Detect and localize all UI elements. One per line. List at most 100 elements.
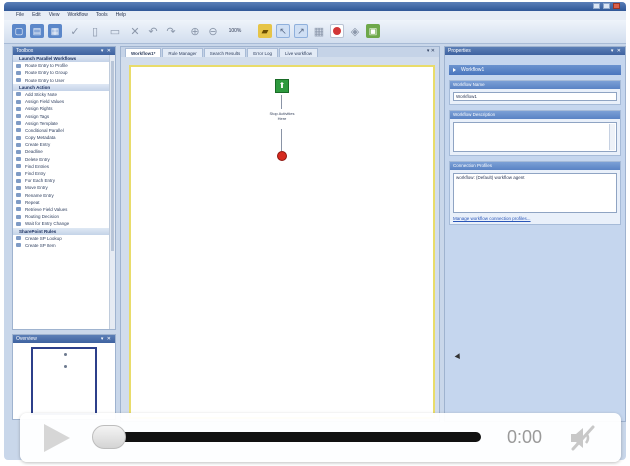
video-player-controls: 0:00 <box>20 413 621 462</box>
toolbox-item[interactable]: Route Entry to User <box>13 77 115 84</box>
toolbox-item[interactable]: Create Entry <box>13 141 115 148</box>
close-button[interactable] <box>613 3 620 9</box>
designer-tabs: Workflow1* Rule Manager Search Results Erro… <box>121 47 439 57</box>
menu-item[interactable]: Edit <box>32 11 41 20</box>
maximize-button[interactable] <box>603 3 610 9</box>
manage-profiles-link[interactable]: Manage workflow connection profiles... <box>453 216 617 221</box>
playback-time: 0:00 <box>507 427 543 447</box>
start-node[interactable]: ⬆ <box>275 79 289 93</box>
stop-icon[interactable] <box>330 24 344 38</box>
close-tab-icon[interactable]: ▾ ✕ <box>427 48 435 54</box>
properties-pin-icon[interactable]: ▾ ✕ <box>611 47 622 55</box>
designer-tab[interactable]: Rule Manager <box>162 48 203 57</box>
toolbox-item[interactable]: Move Entry <box>13 184 115 191</box>
seek-bar[interactable] <box>98 432 481 442</box>
connector-icon[interactable]: ↗ <box>294 24 308 38</box>
menu-item[interactable]: File <box>16 11 24 20</box>
folder-icon[interactable]: ▰ <box>258 24 272 38</box>
window-controls <box>593 3 620 9</box>
flow-connector <box>281 95 282 109</box>
overview-pin-icon[interactable]: ▾ ✕ <box>101 335 112 343</box>
designer-tab[interactable]: Workflow1* <box>125 48 162 57</box>
zoom-out-icon[interactable]: ⊖ <box>206 24 220 38</box>
toolbox-item[interactable]: Rename Entry <box>13 192 115 199</box>
toolbox-item[interactable]: Routing Decision <box>13 213 115 220</box>
toolbox-item[interactable]: Assign Tags <box>13 113 115 120</box>
menu-bar: File Edit View Workflow Tools Help <box>4 11 626 20</box>
toolbox-item[interactable]: Deadline <box>13 148 115 155</box>
toolbox-item[interactable]: Create SP Item <box>13 242 115 249</box>
menu-item[interactable]: View <box>49 11 60 20</box>
toolbox-item[interactable]: Create SP Lookup <box>13 235 115 242</box>
minimize-button[interactable] <box>593 3 600 9</box>
overview-header: Overview ▾ ✕ <box>13 335 115 343</box>
rules-icon[interactable]: ◈ <box>348 24 362 38</box>
overview-end-dot <box>64 365 67 368</box>
toolbox-list: Launch Parallel Workflows Route Entry to … <box>13 55 115 329</box>
toolbox-item[interactable]: Route Entry to Group <box>13 69 115 76</box>
pin-icon[interactable]: ▾ ✕ <box>101 47 112 55</box>
copy-icon[interactable]: ▯ <box>88 24 102 38</box>
toolbox-scrollbar[interactable] <box>109 55 115 329</box>
redo-icon[interactable]: ↷ <box>164 24 178 38</box>
toolbox-item[interactable]: Retrieve Field Values <box>13 206 115 213</box>
toolbox-item[interactable]: Conditional Parallel <box>13 127 115 134</box>
toolbox-item[interactable]: Copy Metadata <box>13 134 115 141</box>
toolbox-item[interactable]: Assign Template <box>13 120 115 127</box>
designer-tab[interactable]: Live workflow <box>278 48 318 57</box>
workflow-description-input[interactable] <box>453 122 617 152</box>
seek-thumb[interactable] <box>92 425 126 449</box>
overview-title: Overview <box>16 336 37 342</box>
check-icon[interactable]: ✓ <box>68 24 82 38</box>
overview-viewport[interactable] <box>31 347 97 415</box>
menu-item[interactable]: Workflow <box>67 11 87 20</box>
toolbox-item[interactable]: Repeat <box>13 199 115 206</box>
zoom-in-icon[interactable]: ⊕ <box>188 24 202 38</box>
toolbox-category[interactable]: Launch Parallel Workflows <box>13 55 115 63</box>
grid-icon[interactable]: ▦ <box>312 24 326 38</box>
properties-title: Properties <box>448 48 471 54</box>
toolbox-item[interactable]: Wait for Entry Change <box>13 220 115 227</box>
toolbox-item[interactable]: Add Sticky Note <box>13 91 115 98</box>
designer-tab[interactable]: Search Results <box>203 48 247 57</box>
new-icon[interactable]: ▢ <box>12 24 26 38</box>
toolbox-item[interactable]: Delete Entry <box>13 156 115 163</box>
toolbox-title: Toolbox <box>16 48 34 54</box>
zoom-level[interactable]: 100% <box>226 24 244 38</box>
toolbox-item[interactable]: Assign Rights <box>13 105 115 112</box>
designer-tab[interactable]: Error Log <box>247 48 278 57</box>
toolbox-item[interactable]: Find Entries <box>13 163 115 170</box>
toolbox-item[interactable]: Route Entry to Profile <box>13 62 115 69</box>
toolbox-category[interactable]: Launch Action <box>13 83 115 91</box>
toolbox-item[interactable]: Assign Field Values <box>13 98 115 105</box>
connection-profiles-list[interactable]: workflow: (Default) workflow agent <box>453 173 617 213</box>
publish-icon[interactable]: ▣ <box>366 24 380 38</box>
menu-item[interactable]: Tools <box>96 11 108 20</box>
toolbar: ▢ ▤ ▦ ✓ ▯ ▭ ✕ ↶ ↷ ⊕ ⊖ 100% ▰ ↖ ↗ ▦ ◈ ▣ <box>4 20 626 44</box>
delete-icon[interactable]: ✕ <box>128 24 142 38</box>
toolbox-header: Toolbox ▾ ✕ <box>13 47 115 55</box>
connection-profiles-title: Connection Profiles <box>450 162 620 170</box>
save-icon[interactable]: ▦ <box>48 24 62 38</box>
end-node[interactable] <box>277 151 287 161</box>
flow-connector <box>281 129 282 151</box>
undo-icon[interactable]: ↶ <box>146 24 160 38</box>
play-button[interactable] <box>44 424 70 452</box>
open-icon[interactable]: ▤ <box>30 24 44 38</box>
paste-icon[interactable]: ▭ <box>108 24 122 38</box>
workflow-canvas[interactable]: ⬆ Stop Activities Here <box>129 65 435 419</box>
toolbox-item[interactable]: Find Entry <box>13 170 115 177</box>
menu-item[interactable]: Help <box>116 11 126 20</box>
workflow-name-input[interactable]: Workflow1 <box>453 92 617 101</box>
toolbox-item[interactable]: For Each Entry <box>13 177 115 184</box>
mute-icon[interactable] <box>567 423 597 453</box>
workflow-description-title: Workflow Description <box>450 111 620 119</box>
properties-object-header[interactable]: Workflow1 <box>449 65 621 75</box>
toolbox-category[interactable]: SharePoint Rules <box>13 227 115 235</box>
connection-profiles-section: Connection Profiles workflow: (Default) … <box>449 161 621 225</box>
workflow-name-section: Workflow Name Workflow1 <box>449 80 621 105</box>
overview-start-dot <box>64 353 67 356</box>
overview-panel: Overview ▾ ✕ <box>12 334 116 420</box>
pointer-icon[interactable]: ↖ <box>276 24 290 38</box>
step-label[interactable]: Stop Activities Here <box>267 111 297 121</box>
